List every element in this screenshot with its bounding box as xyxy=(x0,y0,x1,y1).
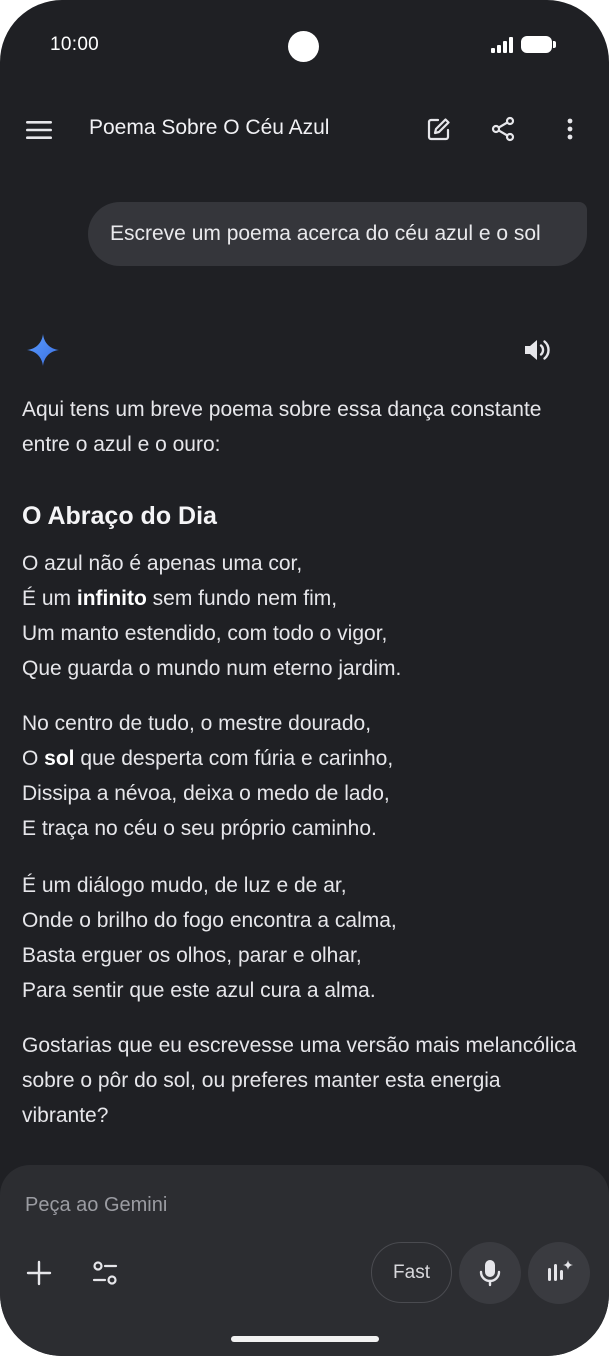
poem-text: que desperta com fúria e carinho, xyxy=(74,747,394,770)
status-bar: 10:00 xyxy=(0,0,609,90)
phone-screen: 10:00 Poema Sobre O Céu Azul Escreve um … xyxy=(0,0,609,1356)
poem-text: sem fundo nem fim, xyxy=(146,587,338,610)
mode-label: Fast xyxy=(393,1261,430,1283)
poem-line: Para sentir que este azul cura a alma. xyxy=(22,979,376,1002)
follow-up-text: Gostarias que eu escrevesse uma versão m… xyxy=(22,1034,577,1127)
stanza-1: O azul não é apenas uma cor, É um infini… xyxy=(22,546,587,686)
response-follow-up: Gostarias que eu escrevesse uma versão m… xyxy=(22,1028,587,1133)
gemini-sparkle-icon xyxy=(27,334,59,366)
page-title: Poema Sobre O Céu Azul xyxy=(89,116,330,139)
poem-line: E traça no céu o seu próprio caminho. xyxy=(22,817,377,840)
signal-icon xyxy=(491,37,513,53)
status-time: 10:00 xyxy=(50,34,100,55)
poem-line: Basta erguer os olhos, parar e olhar, xyxy=(22,944,362,967)
poem-line: Que guarda o mundo num eterno jardim. xyxy=(22,657,402,680)
user-message-text: Escreve um poema acerca do céu azul e o … xyxy=(110,222,541,245)
poem-text: É um xyxy=(22,587,77,610)
user-message-bubble: Escreve um poema acerca do céu azul e o … xyxy=(88,202,587,266)
menu-icon[interactable] xyxy=(20,110,58,150)
poem-text: O xyxy=(22,747,45,770)
poem-line: Dissipa a névoa, deixa o medo de lado, xyxy=(22,782,390,805)
poem-emphasis: sol xyxy=(44,747,75,770)
battery-icon xyxy=(521,36,556,53)
poem-line: O azul não é apenas uma cor, xyxy=(22,552,303,575)
speaker-icon[interactable] xyxy=(522,335,552,365)
edit-icon[interactable] xyxy=(422,112,456,146)
plus-icon[interactable] xyxy=(22,1256,56,1290)
share-icon[interactable] xyxy=(486,112,520,146)
more-vert-icon[interactable] xyxy=(553,112,587,146)
poem-emphasis: infinito xyxy=(76,587,147,610)
mode-selector-button[interactable]: Fast xyxy=(371,1242,452,1303)
home-indicator[interactable] xyxy=(231,1336,379,1342)
poem-line: Um manto estendido, com todo o vigor, xyxy=(22,622,388,645)
stanza-2: No centro de tudo, o mestre dourado, O s… xyxy=(22,706,587,846)
poem-line: Onde o brilho do fogo encontra a calma, xyxy=(22,909,397,932)
poem-title: O Abraço do Dia xyxy=(22,502,217,530)
prompt-input[interactable]: Peça ao Gemini xyxy=(25,1194,167,1217)
poem-line: É um diálogo mudo, de luz e de ar, xyxy=(22,874,347,897)
live-icon xyxy=(548,1260,573,1281)
intro-text: Aqui tens um breve poema sobre essa danç… xyxy=(22,398,542,456)
poem-line: É um infinito sem fundo nem fim, xyxy=(22,581,587,616)
camera-cutout xyxy=(288,31,319,62)
mic-button[interactable] xyxy=(459,1242,521,1304)
stanza-3: É um diálogo mudo, de luz e de ar, Onde … xyxy=(22,868,587,1008)
live-button[interactable] xyxy=(528,1242,590,1304)
mic-icon xyxy=(479,1260,501,1287)
poem-line: O sol que desperta com fúria e carinho, xyxy=(22,741,587,776)
poem-line: No centro de tudo, o mestre dourado, xyxy=(22,712,372,735)
tools-icon[interactable] xyxy=(88,1256,122,1290)
response-intro: Aqui tens um breve poema sobre essa danç… xyxy=(22,392,587,462)
